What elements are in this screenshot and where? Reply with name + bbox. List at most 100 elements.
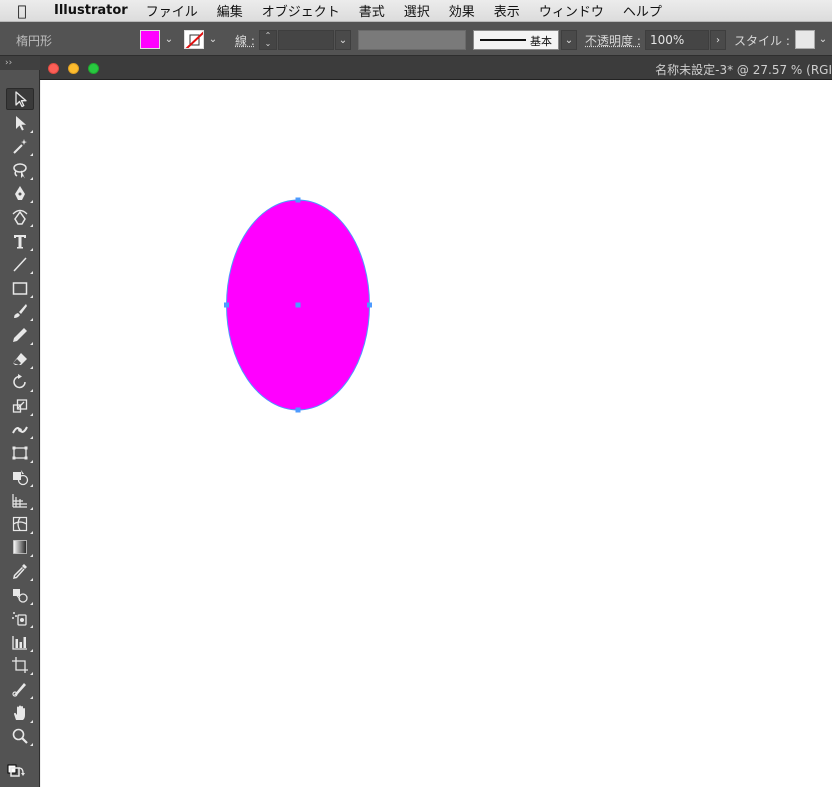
opacity-input[interactable]: 100% bbox=[645, 30, 709, 50]
artboard-tool-button[interactable] bbox=[6, 654, 34, 676]
tool-group-indicator-icon bbox=[30, 153, 33, 157]
menu-edit[interactable]: 編集 bbox=[217, 1, 243, 20]
blend-tool-button[interactable] bbox=[6, 584, 34, 606]
control-bar: 楕円形 ⌄ ⌄ 線 : ⌃ ⌄ ⌄ 基本 ⌄ 不透明度 : 100% › スタイ… bbox=[0, 22, 832, 56]
tool-group-indicator-icon bbox=[30, 365, 33, 369]
lasso-tool-icon bbox=[13, 163, 27, 179]
type-tool-button[interactable] bbox=[6, 230, 34, 252]
menu-type[interactable]: 書式 bbox=[359, 1, 385, 20]
style-dropdown-chevron-icon[interactable]: ⌄ bbox=[816, 30, 830, 49]
rectangle-tool-button[interactable] bbox=[6, 277, 34, 299]
stroke-weight-dropdown-icon[interactable]: ⌄ bbox=[335, 30, 351, 50]
magic-wand-tool-icon bbox=[13, 139, 27, 154]
fill-stroke-swap-button[interactable] bbox=[2, 762, 30, 784]
brush-profile-label: 基本 bbox=[530, 35, 552, 48]
curvature-tool-button[interactable] bbox=[6, 206, 34, 228]
graphic-style-swatch[interactable] bbox=[795, 30, 815, 49]
stroke-weight-input[interactable] bbox=[278, 30, 334, 50]
stepper-down-icon[interactable]: ⌄ bbox=[265, 40, 272, 48]
column-graph-tool-button[interactable] bbox=[6, 631, 34, 653]
rotate-tool-button[interactable] bbox=[6, 371, 34, 393]
tool-group-indicator-icon bbox=[30, 530, 33, 534]
anchor-bottom[interactable] bbox=[295, 407, 301, 413]
anchor-center[interactable] bbox=[295, 302, 301, 308]
selection-tool-button[interactable] bbox=[6, 88, 34, 110]
line-segment-tool-button[interactable] bbox=[6, 253, 34, 275]
scale-tool-button[interactable] bbox=[6, 395, 34, 417]
fill-dropdown-chevron-icon[interactable]: ⌄ bbox=[162, 30, 176, 49]
stroke-none-swatch[interactable] bbox=[184, 30, 204, 49]
stroke-dropdown-chevron-icon[interactable]: ⌄ bbox=[206, 30, 220, 49]
rotate-tool-icon bbox=[13, 374, 26, 389]
slice-tool-icon bbox=[12, 683, 26, 697]
stroke-none-icon bbox=[185, 31, 203, 48]
opacity-expand-chevron-icon[interactable]: › bbox=[710, 30, 726, 50]
tool-group-indicator-icon bbox=[30, 507, 33, 511]
tool-group-indicator-icon bbox=[30, 578, 33, 581]
opacity-label[interactable]: 不透明度 : bbox=[585, 32, 641, 49]
perspective-grid-tool-button[interactable] bbox=[6, 489, 34, 511]
zoom-window-icon[interactable] bbox=[88, 63, 99, 74]
toolbar-collapse-grip[interactable]: ›› bbox=[0, 56, 40, 70]
eyedropper-tool-button[interactable] bbox=[6, 560, 34, 582]
width-tool-button[interactable] bbox=[6, 418, 34, 440]
pencil-tool-button[interactable] bbox=[6, 324, 34, 346]
stroke-weight-stepper[interactable]: ⌃ ⌄ bbox=[259, 30, 277, 50]
paintbrush-tool-icon bbox=[14, 304, 27, 319]
artboard-tool-icon bbox=[12, 657, 28, 674]
tool-group-indicator-icon bbox=[30, 696, 33, 699]
free-transform-tool-icon bbox=[12, 446, 28, 460]
anchor-right[interactable] bbox=[367, 302, 372, 308]
scale-tool-icon bbox=[12, 399, 28, 413]
eraser-tool-button[interactable] bbox=[6, 348, 34, 370]
menu-help[interactable]: ヘルプ bbox=[623, 1, 662, 20]
slice-tool-button[interactable] bbox=[6, 678, 34, 700]
minimize-window-icon[interactable] bbox=[68, 63, 79, 74]
anchor-top[interactable] bbox=[295, 197, 301, 203]
variable-width-profile[interactable] bbox=[358, 30, 466, 50]
gradient-tool-button[interactable] bbox=[6, 536, 34, 558]
brush-dropdown-chevron-icon[interactable]: ⌄ bbox=[561, 30, 577, 50]
menu-window[interactable]: ウィンドウ bbox=[539, 1, 604, 20]
document-title: 名称未設定-3* @ 27.57 % (RGI bbox=[655, 63, 832, 77]
mesh-tool-button[interactable] bbox=[6, 513, 34, 535]
pen-tool-button[interactable] bbox=[6, 182, 34, 204]
eyedropper-tool-icon bbox=[13, 564, 27, 579]
close-window-icon[interactable] bbox=[48, 63, 59, 74]
paintbrush-tool-button[interactable] bbox=[6, 300, 34, 322]
style-label: スタイル : bbox=[734, 34, 790, 48]
menu-select[interactable]: 選択 bbox=[404, 1, 430, 20]
symbol-sprayer-tool-button[interactable] bbox=[6, 607, 34, 629]
rectangle-tool-icon bbox=[12, 282, 28, 295]
lasso-tool-button[interactable] bbox=[6, 159, 34, 181]
hand-tool-button[interactable] bbox=[6, 702, 34, 724]
symbol-sprayer-tool-icon bbox=[12, 612, 27, 626]
shape-builder-tool-button[interactable] bbox=[6, 466, 34, 488]
tool-group-indicator-icon bbox=[30, 342, 33, 345]
menu-object[interactable]: オブジェクト bbox=[262, 1, 340, 20]
brush-definition-dropdown[interactable]: 基本 bbox=[473, 30, 559, 50]
menu-file[interactable]: ファイル bbox=[146, 1, 198, 20]
anchor-left[interactable] bbox=[224, 302, 229, 308]
free-transform-tool-button[interactable] bbox=[6, 442, 34, 464]
tool-group-indicator-icon bbox=[30, 224, 33, 227]
menu-view[interactable]: 表示 bbox=[494, 1, 520, 20]
stroke-weight-label[interactable]: 線 : bbox=[235, 32, 255, 49]
blend-tool-icon bbox=[13, 588, 28, 603]
app-menu[interactable]: Illustrator bbox=[54, 3, 128, 18]
shape-builder-tool-icon bbox=[13, 469, 29, 485]
apple-menu-icon[interactable]:  bbox=[0, 2, 44, 20]
direct-selection-tool-button[interactable] bbox=[6, 112, 34, 134]
zoom-tool-button[interactable] bbox=[6, 725, 34, 747]
tool-group-indicator-icon bbox=[30, 648, 33, 652]
magic-wand-tool-button[interactable] bbox=[6, 135, 34, 157]
tools-panel bbox=[0, 70, 40, 787]
menu-effect[interactable]: 効果 bbox=[449, 1, 475, 20]
artboard-canvas[interactable] bbox=[41, 80, 832, 787]
tool-group-indicator-icon bbox=[30, 436, 33, 440]
pencil-tool-icon bbox=[13, 328, 27, 342]
artwork-layer bbox=[224, 197, 372, 413]
perspective-grid-tool-icon bbox=[12, 494, 27, 508]
fill-color-swatch[interactable] bbox=[140, 30, 160, 49]
eraser-tool-icon bbox=[13, 352, 27, 365]
